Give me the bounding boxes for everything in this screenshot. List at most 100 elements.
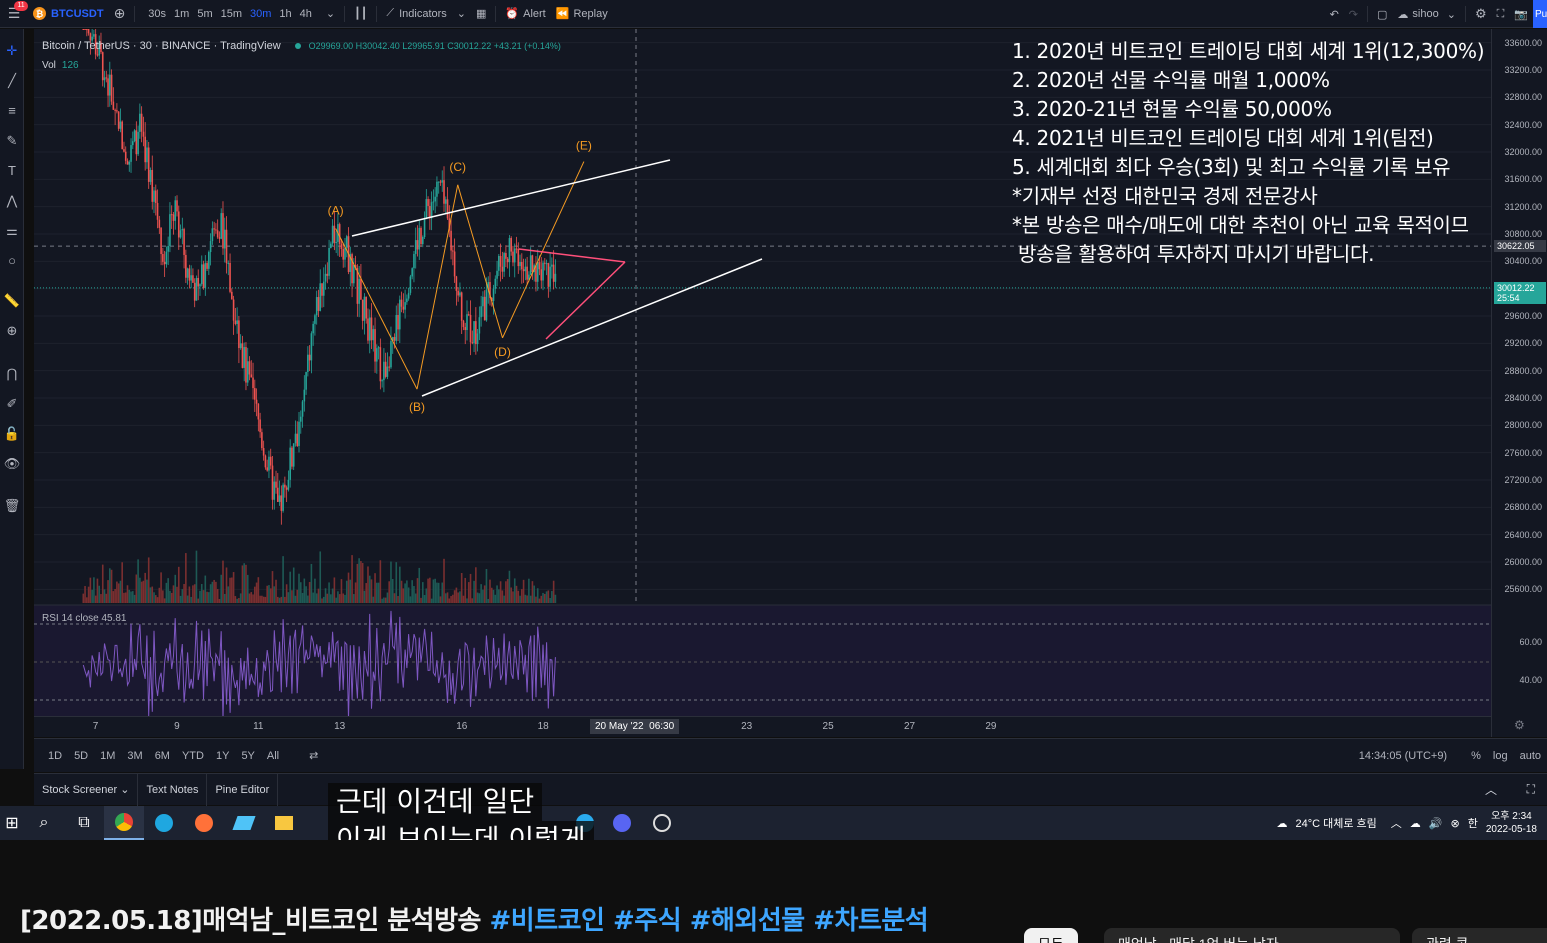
goto-date-icon[interactable]: ⇄: [303, 749, 324, 762]
range-5y[interactable]: 5Y: [235, 750, 260, 762]
channel-upper-line[interactable]: [351, 159, 671, 237]
settings-icon[interactable]: ⚙: [1470, 0, 1492, 28]
filter-chip-all[interactable]: 모두: [1024, 928, 1078, 943]
triangle-line[interactable]: [518, 248, 626, 263]
eye-icon[interactable]: 👁: [2, 454, 22, 474]
undo-icon[interactable]: ↶: [1325, 0, 1344, 28]
chrome-icon[interactable]: [104, 806, 144, 840]
axis-settings-icon[interactable]: ⚙: [1514, 718, 1525, 732]
maximize-icon[interactable]: ⛶: [1527, 782, 1535, 797]
range-3m[interactable]: 3M: [121, 750, 148, 762]
replay-button[interactable]: ⏪ Replay: [551, 0, 613, 28]
volume-bar: [216, 589, 219, 603]
price-axis[interactable]: 33600.00 33200.00 32800.00 32400.00 32000.00…: [1491, 29, 1547, 737]
camera-icon[interactable]: 📷: [1509, 0, 1533, 28]
add-symbol-icon[interactable]: ⊕: [109, 0, 131, 28]
crosshair-icon[interactable]: ✛: [2, 41, 22, 61]
timeframe-5m[interactable]: 5m: [193, 8, 216, 20]
indicators-button[interactable]: ⟋ Indicators ⌄: [381, 0, 471, 28]
price-tick: 28800.00: [1504, 365, 1542, 376]
legend-title[interactable]: Bitcoin / TetherUS · 30 · BINANCE · Trad…: [42, 40, 281, 52]
range-all[interactable]: All: [261, 750, 285, 762]
chevron-down-icon[interactable]: ⌄: [321, 0, 340, 28]
search-icon[interactable]: ⌕: [24, 806, 64, 840]
range-1d[interactable]: 1D: [42, 750, 68, 762]
candle-body: [512, 251, 514, 263]
app-icon[interactable]: [224, 806, 264, 840]
trash-icon[interactable]: 🗑: [2, 496, 22, 516]
panel-tab-text-notes[interactable]: Text Notes: [138, 773, 208, 806]
timeframe-30s[interactable]: 30s: [144, 8, 170, 20]
timeframe-1m[interactable]: 1m: [170, 8, 193, 20]
volume-bar: [167, 578, 169, 603]
filter-chip-related[interactable]: 관련 콘: [1412, 928, 1547, 943]
firefox-icon[interactable]: [184, 806, 224, 840]
symbol-search[interactable]: ₿ BTCUSDT: [28, 0, 109, 28]
panel-tab-pine-editor[interactable]: Pine Editor: [207, 773, 279, 806]
templates-icon[interactable]: ▦: [471, 0, 491, 28]
hashtag-link[interactable]: #해외선물: [690, 906, 805, 936]
clock-time[interactable]: 14:34:05 (UTC+9): [1353, 750, 1453, 762]
candle-body: [284, 484, 286, 488]
forecast-icon[interactable]: ⚌: [2, 221, 22, 241]
triangle-line[interactable]: [545, 261, 626, 340]
volume-bar: [220, 574, 223, 603]
clock[interactable]: 오후 2:34 2022-05-18: [1486, 810, 1537, 836]
hashtag-link[interactable]: #차트분석: [813, 906, 928, 936]
alert-button[interactable]: ⏰ Alert: [500, 0, 550, 28]
hashtag-link[interactable]: #주식: [613, 906, 682, 936]
trend-line-icon[interactable]: ╱: [2, 71, 22, 91]
time-axis[interactable]: 7 9 11 13 16 18 20 May '22 06:30 23 25 27 29: [34, 716, 1491, 737]
timeframe-15m[interactable]: 15m: [217, 8, 246, 20]
chevron-up-icon[interactable]: ︿: [1391, 815, 1402, 831]
timeframe-1h[interactable]: 1h: [275, 8, 295, 20]
lock-icon[interactable]: 🔓: [2, 424, 22, 444]
network-icon[interactable]: ☁: [1410, 817, 1421, 830]
range-5d[interactable]: 5D: [68, 750, 94, 762]
range-1y[interactable]: 1Y: [210, 750, 235, 762]
zoom-icon[interactable]: ⊕: [2, 321, 22, 341]
edge-icon[interactable]: [144, 806, 184, 840]
fullscreen-icon[interactable]: ⛶: [1492, 0, 1510, 28]
candle-body: [374, 329, 376, 362]
volume-bar: [439, 596, 442, 603]
filter-chip-channel[interactable]: 매억남 - 매달 1억 버는 남자: [1104, 928, 1400, 943]
discord-icon[interactable]: [602, 806, 642, 840]
obs-icon[interactable]: [642, 806, 682, 840]
range-6m[interactable]: 6M: [149, 750, 176, 762]
timeframe-4h[interactable]: 4h: [296, 8, 316, 20]
volume-bar: [368, 575, 371, 603]
horizontal-lines-icon[interactable]: ≡: [2, 101, 22, 121]
brush-icon[interactable]: ✎: [2, 131, 22, 151]
lock-drawing-icon[interactable]: ✐: [2, 394, 22, 414]
hashtag-link[interactable]: #비트코인: [489, 906, 604, 936]
publish-button[interactable]: Pu: [1533, 0, 1547, 28]
text-icon[interactable]: T: [2, 161, 22, 181]
task-view-icon[interactable]: ⧉: [64, 806, 104, 840]
ime-icon[interactable]: 한: [1468, 815, 1478, 831]
menu-icon[interactable]: ☰ 11: [0, 0, 28, 28]
auto-toggle[interactable]: auto: [1514, 750, 1547, 762]
layout-square-icon[interactable]: ▢: [1372, 0, 1392, 28]
log-toggle[interactable]: log: [1487, 750, 1514, 762]
windows-start-icon[interactable]: ⊞: [0, 806, 24, 840]
ruler-icon[interactable]: 📏: [2, 291, 22, 311]
shape-icon[interactable]: ○: [2, 251, 22, 271]
status-icon[interactable]: ⊗: [1451, 817, 1460, 830]
channel-lower-line[interactable]: [421, 258, 763, 397]
panel-tab-stock-screener[interactable]: Stock Screener ⌄: [34, 773, 139, 806]
range-ytd[interactable]: YTD: [176, 750, 210, 762]
magnet-icon[interactable]: ⋂: [2, 364, 22, 384]
weather-text[interactable]: 24°C 대체로 흐림: [1296, 815, 1377, 831]
layout-menu[interactable]: ☁ sihoo ⌄: [1392, 0, 1461, 28]
file-explorer-icon[interactable]: [264, 806, 304, 840]
percent-toggle[interactable]: %: [1465, 750, 1487, 762]
range-1m[interactable]: 1M: [94, 750, 121, 762]
volume-icon[interactable]: 🔊: [1429, 817, 1443, 830]
chart-type-button[interactable]: ┃┃: [349, 0, 372, 28]
redo-icon[interactable]: ↷: [1344, 0, 1363, 28]
chevron-up-icon[interactable]: ︿: [1485, 781, 1497, 798]
volume-bar: [123, 592, 125, 603]
timeframe-30m[interactable]: 30m: [246, 8, 275, 20]
pattern-icon[interactable]: ⋀: [2, 191, 22, 211]
